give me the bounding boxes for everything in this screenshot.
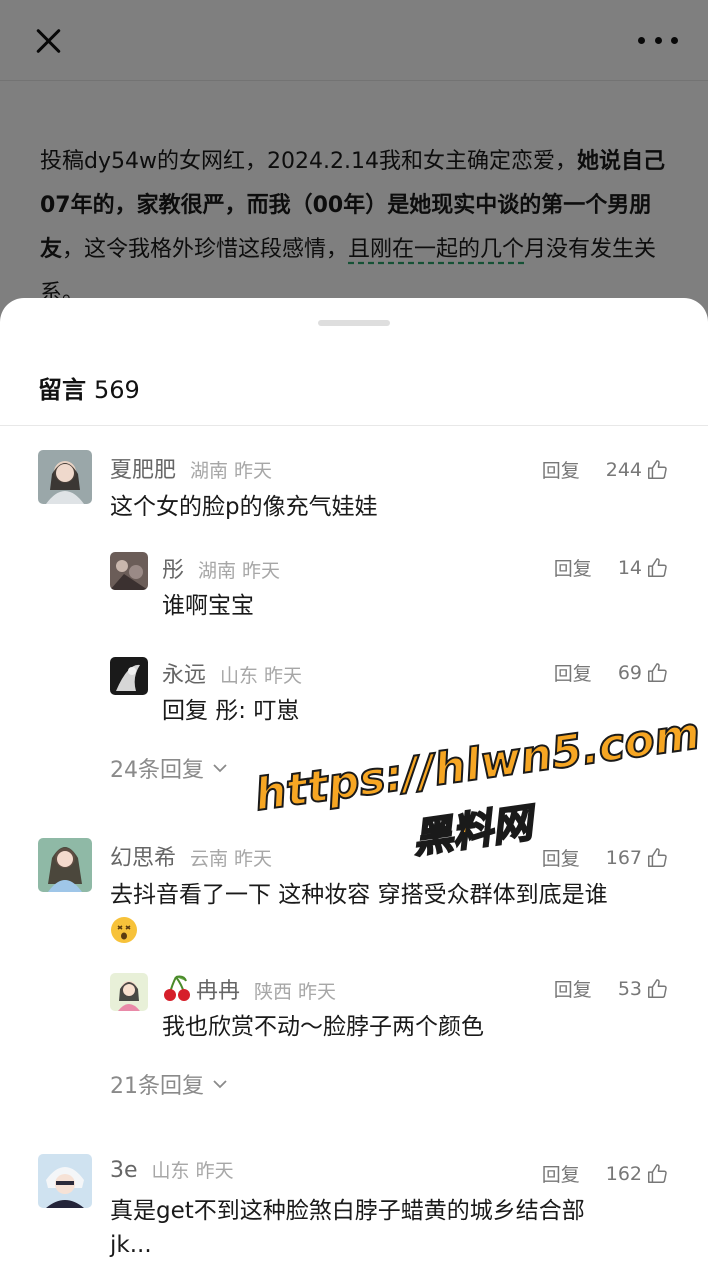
avatar[interactable] — [38, 1154, 92, 1208]
reply-button[interactable]: 回复 — [554, 975, 592, 1002]
reply-author[interactable]: 冉冉 — [196, 973, 240, 1005]
reply-location-time: 湖南 昨天 — [198, 560, 281, 582]
comment-text: 这个女的脸p的像充气娃娃 — [110, 494, 378, 520]
reply-meta: 永远 山东 昨天 — [162, 657, 302, 689]
comment-location-time: 山东 昨天 — [151, 1160, 234, 1182]
like-button[interactable]: 244 — [606, 459, 668, 481]
comment-text-continued: jk... — [110, 1232, 152, 1258]
comment-location-time: 湖南 昨天 — [190, 460, 273, 482]
dim-overlay[interactable] — [0, 0, 708, 320]
thumbs-up-icon — [648, 1163, 667, 1183]
like-button[interactable]: 69 — [618, 662, 668, 684]
comment-author[interactable]: 3e — [110, 1158, 138, 1183]
like-count: 69 — [617, 661, 642, 684]
comment-actions: 回复 167 — [542, 844, 668, 871]
comment-text: 去抖音看了一下 这种妆容 穿搭受众群体到底是谁 — [110, 882, 608, 908]
sheet-title-label: 留言 — [38, 376, 86, 404]
comment-author[interactable]: 夏肥肥 — [110, 452, 176, 484]
comment-meta: 幻思希 云南 昨天 — [110, 840, 272, 872]
reply-text: 我也欣赏不动～脸脖子两个颜色 — [162, 1014, 484, 1040]
reply-author[interactable]: 永远 — [162, 657, 206, 689]
like-count: 244 — [605, 458, 642, 481]
watermark-site-name: 黑料网 — [409, 799, 536, 863]
like-button[interactable]: 14 — [618, 557, 668, 579]
dizzy-face-emoji-icon — [111, 916, 137, 943]
thumbs-up-icon — [648, 662, 667, 682]
thumbs-up-icon — [648, 978, 667, 998]
reply-button[interactable]: 回复 — [542, 456, 580, 483]
reply-actions: 回复 53 — [554, 975, 668, 1002]
reply-meta: 彤 湖南 昨天 — [162, 552, 280, 584]
watermark-url: https://hlwn5.com — [251, 707, 704, 822]
more-replies-label: 21条回复 — [110, 1074, 204, 1099]
reply-actions: 回复 14 — [554, 554, 668, 581]
like-button[interactable]: 167 — [606, 847, 668, 869]
reply-author[interactable]: 彤 — [162, 552, 184, 584]
comment-sheet: 留言 569 夏肥肥 湖南 昨天 回复 244 这个女的脸p的像充气娃娃 彤 湖南… — [0, 298, 708, 1280]
comment-location-time: 云南 昨天 — [190, 848, 273, 870]
like-count: 167 — [605, 846, 642, 869]
comment-author[interactable]: 幻思希 — [110, 840, 176, 872]
thumbs-up-icon — [648, 847, 667, 867]
expand-replies-button[interactable]: 24条回复 — [110, 752, 228, 784]
like-button[interactable]: 53 — [618, 978, 668, 1000]
reply-button[interactable]: 回复 — [542, 844, 580, 871]
comment-text-block: 真是get不到这种脸煞白脖子蜡黄的城乡结合部 jk... — [110, 1194, 670, 1262]
thumbs-up-icon — [648, 459, 667, 479]
comment-meta: 3e 山东 昨天 — [110, 1156, 234, 1183]
like-button[interactable]: 162 — [606, 1163, 668, 1185]
reply-location-time: 山东 昨天 — [220, 665, 303, 687]
comment-count: 569 — [94, 376, 140, 404]
avatar[interactable] — [110, 552, 148, 590]
like-count: 14 — [617, 556, 642, 579]
divider — [0, 425, 708, 426]
like-count: 53 — [617, 977, 642, 1000]
chevron-down-icon — [213, 1080, 227, 1089]
reply-text: 回复 彤: 叮崽 — [162, 698, 300, 724]
reply-button[interactable]: 回复 — [554, 659, 592, 686]
reply-button[interactable]: 回复 — [554, 554, 592, 581]
avatar[interactable] — [38, 838, 92, 892]
reply-location-time: 陕西 昨天 — [254, 981, 337, 1003]
thumbs-up-icon — [648, 557, 667, 577]
reply-actions: 回复 69 — [554, 659, 668, 686]
comment-text: 真是get不到这种脸煞白脖子蜡黄的城乡结合部 — [110, 1198, 585, 1224]
comment-actions: 回复 244 — [542, 456, 668, 483]
reply-text: 谁啊宝宝 — [162, 593, 254, 619]
more-replies-label: 24条回复 — [110, 758, 204, 783]
like-count: 162 — [605, 1162, 642, 1185]
avatar[interactable] — [38, 450, 92, 504]
reply-meta: 冉冉 陕西 昨天 — [162, 973, 336, 1005]
chevron-down-icon — [213, 764, 227, 773]
drag-handle[interactable] — [318, 320, 390, 326]
avatar[interactable] — [110, 973, 148, 1011]
cherry-emoji-icon — [164, 975, 190, 1001]
expand-replies-button[interactable]: 21条回复 — [110, 1068, 228, 1100]
comment-text-block: 去抖音看了一下 这种妆容 穿搭受众群体到底是谁 — [110, 878, 670, 946]
comment-actions: 回复 162 — [542, 1160, 668, 1187]
sheet-title: 留言 569 — [38, 370, 140, 405]
avatar[interactable] — [110, 657, 148, 695]
reply-button[interactable]: 回复 — [542, 1160, 580, 1187]
comment-meta: 夏肥肥 湖南 昨天 — [110, 452, 272, 484]
